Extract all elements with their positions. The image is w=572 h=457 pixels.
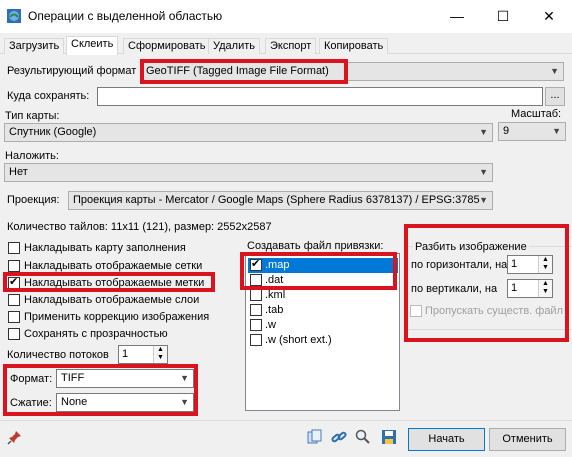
chevron-down-icon: ▼ [180,397,189,407]
checkmark-icon: ✔ [9,276,19,288]
option-label-transparency: Сохранять с прозрачностью [24,328,168,340]
world-file-label-kml: .kml [265,289,286,301]
compression-select[interactable]: None ▼ [56,393,194,412]
result-format-label: Результирующий формат [7,65,137,77]
chevron-down-icon: ▼ [550,66,559,76]
title-bar: Операции с выделенной областью — ☐ ✕ [0,0,572,33]
pin-icon[interactable] [7,429,23,445]
option-label-grids: Накладывать отображаемые сетки [24,260,203,272]
split-horizontal-spinner[interactable]: 1 ▲ ▼ [507,255,553,274]
spinner-arrows-icon[interactable]: ▲ ▼ [153,346,167,363]
split-title: Разбить изображение [413,241,529,253]
option-label-layers: Накладывать отображаемые слои [24,294,200,306]
window-title: Операции с выделенной областью [28,9,223,23]
spinner-arrows-icon[interactable]: ▲ ▼ [538,256,552,273]
world-file-label-dat: .dat [265,274,284,286]
zoom-value: 9 [503,125,510,137]
world-file-label-w-short: .w (short ext.) [265,334,332,346]
world-file-checkbox-kml[interactable] [250,289,262,301]
world-file-label-w: .w [265,319,276,331]
option-checkbox-correction[interactable] [8,311,20,323]
map-type-value: Спутник (Google) [9,126,97,138]
tab-generate[interactable]: Сформировать [123,38,211,54]
option-checkbox-marks[interactable]: ✔ [8,276,20,289]
world-file-checkbox-w[interactable] [250,319,262,331]
option-checkbox-transparency[interactable] [8,328,20,340]
world-file-label-tab: .tab [265,304,284,316]
tab-delete[interactable]: Удалить [208,38,260,54]
copy-icon[interactable] [307,429,323,445]
maximize-button[interactable]: ☐ [480,0,526,33]
link-icon[interactable] [331,429,347,445]
split-vertical-value: 1 [511,282,518,294]
save-icon[interactable] [381,429,397,445]
save-path-input[interactable] [97,87,543,106]
projection-label: Проекция: [7,194,60,206]
threads-label: Количество потоков [7,349,109,361]
option-checkbox-fill-map[interactable] [8,242,20,254]
compression-label: Сжатие: [10,397,52,409]
split-vertical-label: по вертикали, на [411,283,498,295]
overlay-select[interactable]: Нет ▼ [4,163,493,182]
compression-value: None [61,396,88,408]
world-file-checkbox-w-short[interactable] [250,334,262,346]
skip-existing-checkbox[interactable] [410,305,422,317]
option-checkbox-layers[interactable] [8,294,20,306]
option-label-fill-map: Накладывать карту заполнения [24,242,186,254]
spinner-arrows-icon[interactable]: ▲ ▼ [538,280,552,297]
tab-export[interactable]: Экспорт [265,38,317,54]
tab-load[interactable]: Загрузить [4,38,65,54]
save-to-label: Куда сохранять: [7,90,90,102]
world-file-checkbox-map[interactable]: ✔ [250,258,262,271]
option-checkbox-grids[interactable] [8,260,20,272]
world-file-list[interactable]: ✔ .map .dat .kml .tab .w .w (short ext.) [245,253,400,411]
app-icon [7,9,21,23]
zoom-select[interactable]: 9 ▼ [498,122,566,141]
cancel-button[interactable]: Отменить [489,428,566,451]
tab-copy[interactable]: Копировать [319,38,389,54]
world-file-checkbox-dat[interactable] [250,274,262,286]
world-file-label: Создавать файл привязки: [247,240,384,252]
chevron-down-icon: ▼ [479,195,488,205]
format-select[interactable]: TIFF ▼ [56,369,194,388]
skip-existing-label: Пропускать существ. файл [425,305,563,317]
footer-divider [0,420,572,421]
tab-bar: Загрузить Склеить Сформировать Удалить Э… [0,36,572,55]
threads-spinner[interactable]: 1 ▲ ▼ [118,345,168,364]
split-horizontal-label: по горизонтали, на [411,259,508,271]
chevron-down-icon: ▼ [479,127,488,137]
chevron-down-icon: ▼ [552,126,561,136]
option-label-marks: Накладывать отображаемые метки [24,277,205,289]
tiles-info: Количество тайлов: 11x11 (121), размер: … [7,221,272,233]
map-type-label: Тип карты: [5,110,60,122]
chevron-down-icon: ▼ [180,373,189,383]
split-horizontal-value: 1 [511,258,518,270]
format-label: Формат: [10,373,53,385]
projection-select[interactable]: Проекция карты - Mercator / Google Maps … [68,191,493,210]
world-file-label-map: .map [265,259,290,271]
world-file-checkbox-tab[interactable] [250,304,262,316]
close-button[interactable]: ✕ [526,0,572,33]
tab-stitch[interactable]: Склеить [66,36,119,55]
map-type-select[interactable]: Спутник (Google) ▼ [4,123,493,142]
zoom-icon[interactable] [355,429,371,445]
chevron-down-icon: ▼ [479,167,488,177]
result-format-select[interactable]: GeoTIFF (Tagged Image File Format) ▼ [141,62,564,81]
overlay-value: Нет [9,166,28,178]
threads-value: 1 [122,348,129,360]
split-vertical-spinner[interactable]: 1 ▲ ▼ [507,279,553,298]
format-value: TIFF [61,372,85,384]
zoom-label: Масштаб: [511,108,562,120]
start-button[interactable]: Начать [408,428,485,451]
checkmark-icon: ✔ [251,258,261,270]
overlay-label: Наложить: [5,150,59,162]
minimize-button[interactable]: — [434,0,480,33]
browse-button[interactable]: ... [545,87,565,106]
result-format-value: GeoTIFF (Tagged Image File Format) [146,65,329,77]
option-label-correction: Применить коррекцию изображения [24,311,210,323]
projection-value: Проекция карты - Mercator / Google Maps … [73,194,480,206]
